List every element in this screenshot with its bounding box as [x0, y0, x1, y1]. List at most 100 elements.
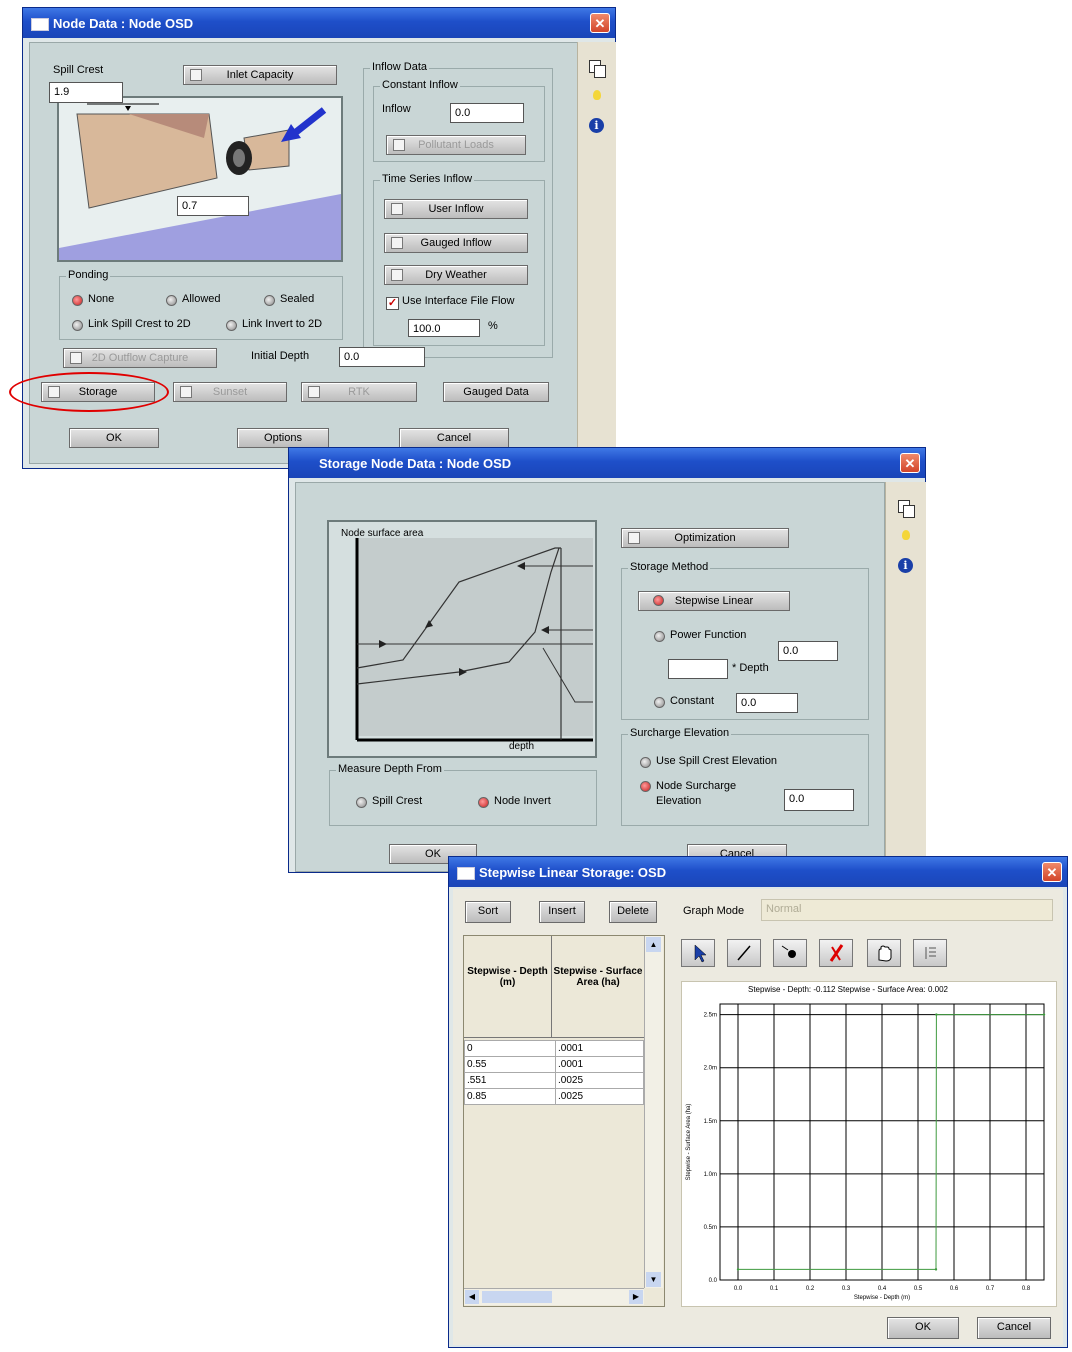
depth-cell[interactable]: 0.85: [464, 1088, 556, 1105]
link-spill-crest-radio[interactable]: [72, 320, 83, 331]
ponding-allowed-radio[interactable]: [166, 295, 177, 306]
pan-hand-icon[interactable]: [867, 939, 901, 967]
cancel-button[interactable]: Cancel: [977, 1317, 1051, 1339]
outflow-capture-button[interactable]: 2D Outflow Capture: [63, 348, 217, 368]
info-icon[interactable]: i: [589, 118, 604, 133]
chart-svg: 0.0 0.1 0.2 0.3 0.4 0.5 0.6 0.7 0.8 0.0 0.5m 1.0m 1.…: [686, 1003, 1046, 1301]
sort-button[interactable]: Sort: [465, 901, 511, 923]
storage-schematic: Node surface area depth: [327, 520, 597, 758]
delete-button[interactable]: Delete: [609, 901, 657, 923]
stepwise-linear-button[interactable]: Stepwise Linear: [638, 591, 790, 611]
table-header-area[interactable]: Stepwise - Surface Area (ha): [552, 936, 644, 1038]
area-cell[interactable]: .0025: [555, 1072, 644, 1089]
scroll-right-icon[interactable]: ▶: [629, 1290, 643, 1304]
depth-cell[interactable]: 0.55: [464, 1056, 556, 1073]
vertical-scrollbar[interactable]: ▲ ▼: [644, 936, 663, 1288]
depth-cell[interactable]: 0: [464, 1040, 556, 1057]
select-pointer-icon[interactable]: [681, 939, 715, 967]
inflow-input[interactable]: 0.0: [450, 103, 524, 123]
gauged-data-button[interactable]: Gauged Data: [443, 382, 549, 402]
tip-icon[interactable]: [593, 90, 601, 100]
interface-percent-input[interactable]: 100.0: [408, 319, 480, 337]
spill-crest-radio[interactable]: [356, 797, 367, 808]
constant-radio[interactable]: [654, 697, 665, 708]
stepwise-titlebar[interactable]: Stepwise Linear Storage: OSD ✕: [449, 857, 1067, 887]
optimization-button[interactable]: Optimization: [621, 528, 789, 548]
close-icon[interactable]: ✕: [900, 453, 920, 473]
ponding-none-radio[interactable]: [72, 295, 83, 306]
user-inflow-button[interactable]: User Inflow: [384, 199, 528, 219]
invert-input[interactable]: 0.7: [177, 196, 249, 216]
options-button[interactable]: Options: [237, 428, 329, 448]
inflow-label: Inflow: [382, 103, 411, 115]
scroll-left-icon[interactable]: ◀: [465, 1290, 479, 1304]
close-icon[interactable]: ✕: [590, 13, 610, 33]
area-cell[interactable]: .0025: [555, 1088, 644, 1105]
insert-button[interactable]: Insert: [539, 901, 585, 923]
add-point-icon[interactable]: [773, 939, 807, 967]
area-cell[interactable]: .0001: [555, 1056, 644, 1073]
table-row[interactable]: 0.85.0025: [464, 1088, 644, 1105]
info-icon[interactable]: i: [898, 558, 913, 573]
y-axis-label: Stepwise - Surface Area (ha): [686, 1104, 692, 1181]
constant-input[interactable]: 0.0: [736, 693, 798, 713]
copy-icon[interactable]: [898, 500, 915, 518]
scroll-down-icon[interactable]: ▼: [646, 1272, 661, 1287]
x-tick-label: 0.4: [878, 1286, 887, 1292]
initial-depth-input[interactable]: 0.0: [339, 347, 425, 367]
node-surcharge-input[interactable]: 0.0: [784, 789, 854, 811]
cancel-button[interactable]: Cancel: [399, 428, 509, 448]
power-function-label: Power Function: [670, 629, 747, 641]
node-invert-radio[interactable]: [478, 797, 489, 808]
x-tick-label: 0.2: [806, 1286, 815, 1292]
ponding-sealed-radio[interactable]: [264, 295, 275, 306]
ok-button[interactable]: OK: [887, 1317, 959, 1339]
rtk-button[interactable]: RTK: [301, 382, 417, 402]
surcharge-legend: Surcharge Elevation: [628, 727, 732, 739]
x-tick-label: 0.5: [914, 1286, 923, 1292]
storage-method-legend: Storage Method: [628, 561, 711, 573]
power-coefficient-input[interactable]: 0.0: [778, 641, 838, 661]
dry-weather-button[interactable]: Dry Weather: [384, 265, 528, 285]
list-view-icon[interactable]: [913, 939, 947, 967]
node-surcharge-radio[interactable]: [640, 781, 651, 792]
storage-method-group: Storage Method Stepwise Linear Power Fun…: [621, 561, 869, 720]
pollutant-loads-button[interactable]: Pollutant Loads: [386, 135, 526, 155]
inflow-data-legend: Inflow Data: [370, 61, 430, 73]
draw-line-icon[interactable]: [727, 939, 761, 967]
table-header-depth[interactable]: Stepwise - Depth (m): [464, 936, 552, 1038]
scroll-up-icon[interactable]: ▲: [646, 937, 661, 952]
ponding-none-label: None: [88, 293, 115, 305]
help-sidebar: i: [885, 482, 926, 872]
use-spill-crest-radio[interactable]: [640, 757, 651, 768]
depth-cell[interactable]: .551: [464, 1072, 556, 1089]
close-icon[interactable]: ✕: [1042, 862, 1062, 882]
ok-button[interactable]: OK: [69, 428, 159, 448]
link-invert-radio[interactable]: [226, 320, 237, 331]
surcharge-group: Surcharge Elevation Use Spill Crest Elev…: [621, 727, 869, 826]
inlet-capacity-button[interactable]: Inlet Capacity: [183, 65, 337, 85]
power-exponent-input[interactable]: 0.0: [668, 659, 728, 679]
area-cell[interactable]: .0001: [555, 1040, 644, 1057]
copy-icon[interactable]: [589, 60, 606, 78]
node-data-titlebar[interactable]: Node Data : Node OSD ✕: [23, 8, 615, 38]
table-row[interactable]: 0.55.0001: [464, 1056, 644, 1073]
horizontal-scrollbar[interactable]: ◀ ▶: [464, 1288, 644, 1305]
tip-icon[interactable]: [902, 530, 910, 540]
sunset-button[interactable]: Sunset: [173, 382, 287, 402]
storage-window-title: Storage Node Data : Node OSD: [319, 456, 512, 471]
scroll-thumb[interactable]: [482, 1291, 552, 1303]
power-function-radio[interactable]: [654, 631, 665, 642]
window-icon: [457, 867, 475, 880]
spill-crest-input[interactable]: 1.9: [49, 82, 123, 103]
y-tick-label: 0.5m: [704, 1225, 717, 1231]
graph-mode-select[interactable]: Normal: [761, 899, 1053, 921]
gauged-inflow-button[interactable]: Gauged Inflow: [384, 233, 528, 253]
table-body: 0.0001 0.55.0001 .551.0025 0.85.0025: [464, 1040, 644, 1105]
data-point: [736, 1268, 740, 1271]
storage-titlebar[interactable]: Storage Node Data : Node OSD ✕: [289, 448, 925, 478]
table-row[interactable]: .551.0025: [464, 1072, 644, 1089]
delete-point-icon[interactable]: [819, 939, 853, 967]
table-row[interactable]: 0.0001: [464, 1040, 644, 1057]
use-interface-checkbox[interactable]: ✓: [386, 297, 399, 310]
